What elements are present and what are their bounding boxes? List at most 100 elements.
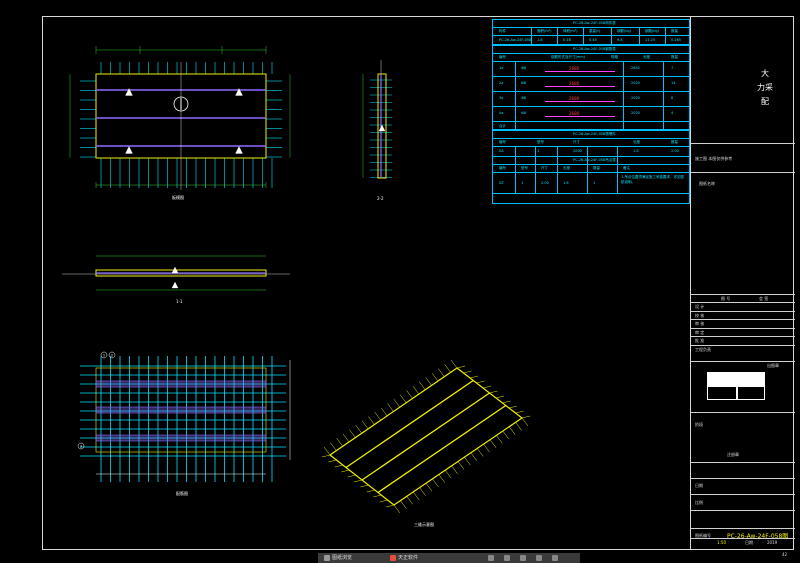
table-cell: 2000	[573, 149, 582, 153]
table-cell: 钢筋形式及尺寸(mm)	[551, 55, 586, 59]
approval-row-label: 审 核	[695, 321, 705, 326]
table-cell: 2020	[631, 111, 640, 115]
table-cell: 0.265	[671, 38, 682, 42]
table-cell: 2020	[631, 81, 640, 85]
taskbar-item-viewer[interactable]: 图纸浏览	[332, 554, 352, 562]
rotate-icon[interactable]	[536, 555, 542, 561]
stamp-cell	[707, 372, 737, 386]
table-cell: 2.00	[671, 149, 679, 153]
table-cell: 尺寸	[573, 140, 580, 144]
table-cell: 1	[521, 181, 524, 185]
plan-view-label: 板模图	[172, 195, 184, 200]
table-note: 1.吊点位置须满足施工吊装要求，详见图纸说明。	[621, 175, 684, 184]
table-cell: 1	[537, 149, 540, 153]
date-caption: 日期	[745, 540, 753, 545]
section-2-2-label: 2-2	[377, 196, 384, 201]
table-cell: 2.00	[541, 181, 549, 185]
fit-icon[interactable]	[520, 555, 526, 561]
company-name-line2: 力采	[757, 83, 773, 92]
approval-row-label: 批 准	[695, 338, 705, 343]
table-cell: 数量	[671, 140, 678, 144]
table-cell: 4	[671, 111, 674, 115]
prev-icon[interactable]	[488, 555, 494, 561]
table-total: 合计	[499, 124, 506, 128]
table-cell: 备注	[623, 166, 630, 170]
rebar-table-title: PC-26-Aw-24F-058钢筋表	[573, 47, 616, 51]
approval-row-label: 审 定	[695, 329, 705, 335]
stamp-caption: 出图章	[767, 363, 779, 368]
component-table: PC-26-Aw-24F-058构件表 构件 面积(m²) 体积(m³) 重量(t) 钢…	[492, 19, 690, 46]
table-cell: 2a	[499, 81, 504, 85]
table-cell: 尺寸	[541, 166, 548, 170]
table-cell: 钢筋(kg)	[645, 29, 659, 33]
scale-label: 比例	[695, 500, 703, 505]
approval-row-label: 工程负责	[695, 346, 711, 352]
table-cell: 体积(m³)	[563, 29, 578, 33]
project-note: 施工图 本图仅供参考	[695, 156, 733, 161]
section-1-1-label: 1-1	[176, 299, 183, 304]
table-cell: 数量	[593, 166, 600, 170]
zoom-icon[interactable]	[504, 555, 510, 561]
stage-label: 阶段	[695, 422, 703, 427]
table-cell: 长度	[643, 55, 650, 59]
table-cell: 长度	[563, 166, 570, 170]
stamp-cell	[737, 372, 765, 386]
table-cell: 1.6	[633, 149, 639, 153]
table-cell: Φ8	[521, 96, 526, 100]
table-cell: 编号	[499, 55, 506, 59]
table-cell: 构件	[499, 29, 506, 33]
registration-label: 注册章	[727, 452, 739, 457]
approval-row-label: 设 计	[695, 304, 705, 309]
stamp-cell	[707, 386, 737, 400]
table-cell: 0.18	[563, 38, 571, 42]
table-cell: 1.8	[537, 38, 543, 42]
table-cell: 长度	[633, 140, 640, 144]
table-cell: 3a	[499, 96, 504, 100]
table-cell: 规格	[611, 55, 618, 59]
iso-view-label: 三维示意图	[414, 522, 434, 527]
table-cell: 1	[593, 181, 596, 185]
sheet-title: 图纸名称	[699, 181, 715, 186]
rebar-shape	[545, 101, 615, 102]
taskbar-item-app[interactable]: 天正软件	[398, 554, 418, 562]
rebar-shape	[545, 71, 615, 72]
table-cell: 0.45	[589, 38, 597, 42]
company-name-line1: 大	[761, 69, 769, 78]
table-cell: 重量(t)	[589, 29, 601, 33]
component-table-title: PC-26-Aw-24F-058构件表	[573, 21, 616, 25]
rebar-view-label: 配筋图	[176, 491, 188, 496]
table-cell: 钢筋(kg)	[617, 29, 631, 33]
table-cell: Φ8	[521, 111, 526, 115]
table-cell: 编号	[499, 166, 506, 170]
company-name-line3: 配	[761, 97, 769, 106]
stamp-cell	[737, 386, 765, 400]
year-value: 2019	[767, 540, 778, 545]
table-cell: 8	[671, 96, 674, 100]
table-cell: 面积(m²)	[537, 29, 552, 33]
table-cell: Φ8	[521, 81, 526, 85]
table-cell: 2852	[631, 66, 640, 70]
table-cell: SZ	[499, 181, 504, 185]
table-cell: SA	[499, 149, 504, 153]
table-cell: 1a	[499, 66, 504, 70]
table-cell: 数量	[671, 29, 678, 33]
rebar-shape	[545, 116, 615, 117]
table-cell: 2020	[631, 96, 640, 100]
taskbar: 图纸浏览 天正软件	[318, 553, 580, 563]
embedded-parts-table: PC-26-Aw-24F-058预埋件 PC-26-Aw-24F-058吊点表 …	[492, 130, 690, 204]
rebar-shape	[545, 86, 615, 87]
more-icon[interactable]	[552, 555, 558, 561]
table-cell: 编号	[499, 140, 506, 144]
table-cell: 7	[671, 66, 674, 70]
table-cell: 1.6	[563, 181, 569, 185]
lifting-table-title: PC-26-Aw-24F-058吊点表	[573, 158, 616, 162]
table-cell: 4a	[499, 111, 504, 115]
table-cell: 14	[671, 81, 676, 85]
embedded-table-title: PC-26-Aw-24F-058预埋件	[573, 132, 616, 136]
table-cell: 数量	[671, 55, 678, 59]
table-cell: Φ8	[521, 66, 526, 70]
date-label: 日期	[695, 483, 703, 488]
table-cell: 型号	[521, 166, 528, 170]
title-block: 大 力采 配 施工图 本图仅供参考 图纸名称 图 号 会 签 出图章 阶段 注册…	[690, 16, 795, 550]
table-cell: 9.8	[617, 38, 623, 42]
